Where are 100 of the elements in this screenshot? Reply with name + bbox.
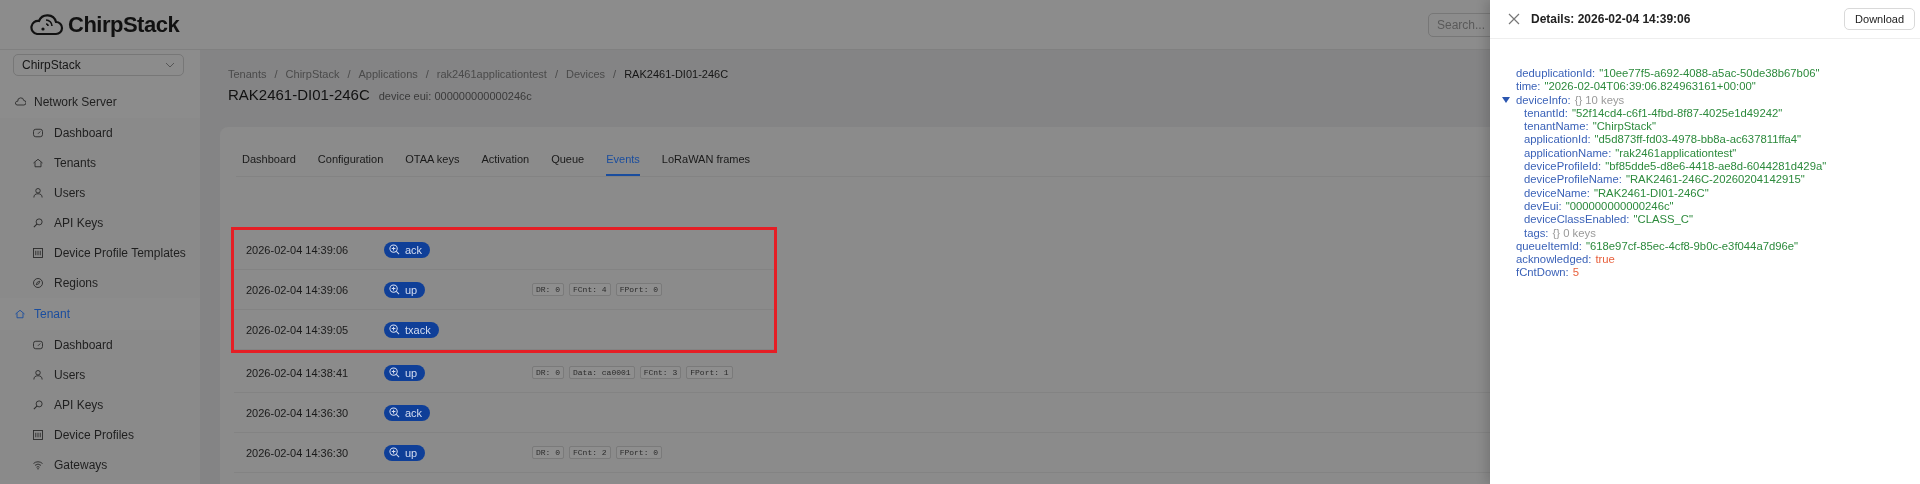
event-type-tag[interactable]: ack (384, 241, 431, 258)
breadcrumb-link[interactable]: Devices (566, 68, 606, 80)
breadcrumb-current: RAK2461-DI01-246C (624, 68, 729, 80)
event-type-tag[interactable]: up (384, 364, 426, 381)
menu-item[interactable]: Regions (0, 268, 200, 298)
json-value: "RAK2461-DI01-246C" (1593, 186, 1709, 200)
cloud-logo-icon (30, 11, 64, 38)
json-key: tenantName: (1524, 120, 1589, 134)
sliders-icon (32, 429, 44, 441)
zoom-in-icon (389, 447, 400, 458)
tab[interactable]: Dashboard (242, 149, 296, 176)
json-key: acknowledged: (1516, 253, 1592, 267)
gauge-icon (32, 127, 44, 139)
json-key: fCntDown: (1516, 266, 1569, 280)
json-key: tenantId: (1524, 106, 1568, 121)
field-chip: DR: 0 (532, 446, 564, 459)
json-key: applicationId: (1524, 133, 1591, 147)
json-key: time: (1516, 80, 1541, 94)
cloud-icon (14, 96, 26, 108)
menu-item[interactable]: Device Profiles (0, 420, 200, 450)
menu-item[interactable]: Tenants (0, 148, 200, 178)
breadcrumb-link[interactable]: rak2461applicationtest (436, 68, 547, 80)
event-type-tag[interactable]: up (384, 444, 426, 461)
json-value: true (1595, 253, 1615, 267)
page-subtitle: device eui: 000000000000246c (378, 90, 532, 102)
json-value: "RAK2461-246C-20260204142915" (1625, 173, 1805, 187)
breadcrumb-separator: / (425, 68, 429, 80)
menu-item[interactable]: Dashboard (0, 118, 200, 148)
json-key: deviceName: (1524, 186, 1590, 200)
drawer-title: Details: 2026-02-04 14:39:06 (1531, 12, 1691, 26)
json-key: applicationName: (1524, 146, 1612, 161)
compass-icon (32, 277, 44, 289)
menu-section[interactable]: Tenant (0, 298, 200, 330)
json-value: "2026-02-04T06:39:06.824963161+00:00" (1544, 80, 1756, 94)
page-title: RAK2461-DI01-246C (228, 86, 370, 103)
event-time: 2026-02-04 14:39:06 (246, 243, 350, 256)
tab[interactable]: Activation (481, 149, 530, 176)
user-icon (32, 187, 44, 199)
json-value: "10ee77f5-a692-4088-a5ac-50de38b67b06" (1599, 67, 1820, 81)
field-chip: FCnt: 3 (639, 366, 682, 379)
field-chip: FCnt: 2 (569, 446, 611, 459)
logo-text: ChirpStack (68, 11, 180, 38)
breadcrumb-separator: / (274, 68, 278, 80)
zoom-in-icon (389, 367, 400, 378)
menu-section[interactable]: Network Server (0, 86, 200, 118)
download-button[interactable]: Download (1844, 8, 1915, 30)
home-icon (14, 308, 26, 320)
breadcrumb-link[interactable]: Tenants (228, 68, 267, 80)
tab[interactable]: Queue (551, 149, 585, 176)
object-summary: {} 0 keys (1552, 226, 1596, 240)
json-key: devEui: (1524, 199, 1562, 214)
json-key: deviceClassEnabled: (1524, 213, 1630, 227)
menu-item[interactable]: API Keys (0, 390, 200, 420)
json-value: "bf85dde5-d8e6-4418-ae8d-6044281d429a" (1605, 160, 1827, 174)
zoom-in-icon (389, 407, 400, 418)
event-time: 2026-02-04 14:36:30 (246, 406, 350, 419)
json-value: "618e97cf-85ec-4cf8-9b0c-e3f044a7d96e" (1585, 239, 1799, 254)
field-chip: DR: 0 (532, 366, 564, 379)
menu-item[interactable]: Users (0, 360, 200, 390)
menu-item[interactable]: Device Profile Templates (0, 238, 200, 268)
object-summary: {} 10 keys (1574, 93, 1625, 107)
user-icon (32, 369, 44, 381)
event-type-tag[interactable]: ack (384, 404, 431, 421)
tab[interactable]: Events (606, 149, 640, 176)
expand-triangle-icon[interactable] (1502, 96, 1510, 105)
json-key: tags: (1524, 226, 1549, 240)
breadcrumb-link[interactable]: ChirpStack (285, 68, 340, 80)
json-key: deviceProfileId: (1524, 160, 1602, 174)
zoom-in-icon (389, 284, 400, 295)
json-value: "52f14cd4-c6f1-4fbd-8f87-4025e1d49242" (1571, 106, 1783, 121)
json-value: 5 (1572, 266, 1580, 280)
gauge-icon (32, 339, 44, 351)
menu-item[interactable]: API Keys (0, 208, 200, 238)
json-key: queueItemId: (1516, 239, 1582, 254)
event-time: 2026-02-04 14:36:30 (246, 446, 350, 459)
sliders-icon (32, 247, 44, 259)
json-value: "ChirpStack" (1592, 120, 1656, 134)
field-chip: FPort: 1 (686, 366, 733, 379)
menu-item[interactable]: Dashboard (0, 330, 200, 360)
chevron-down-icon (165, 60, 175, 70)
event-type-tag[interactable]: up (384, 281, 426, 298)
close-icon[interactable] (1508, 13, 1520, 25)
zoom-in-icon (389, 244, 400, 255)
field-chip: DR: 0 (532, 283, 564, 296)
json-value: "CLASS_C" (1633, 213, 1694, 227)
field-chip: FCnt: 4 (569, 283, 611, 296)
tab[interactable]: LoRaWAN frames (661, 149, 751, 176)
menu-item[interactable]: Gateways (0, 450, 200, 480)
breadcrumb-separator: / (554, 68, 558, 80)
tenant-select[interactable]: ChirpStack (13, 54, 184, 76)
event-type-tag[interactable]: txack (384, 321, 439, 338)
breadcrumb-separator: / (613, 68, 617, 80)
tab[interactable]: OTAA keys (405, 149, 460, 176)
breadcrumb-link[interactable]: Applications (358, 68, 418, 80)
event-time: 2026-02-04 14:39:06 (246, 283, 350, 296)
json-value: "000000000000246c" (1565, 199, 1674, 214)
tab[interactable]: Configuration (317, 149, 384, 176)
field-chip: FPort: 0 (615, 283, 663, 296)
menu-item[interactable]: Users (0, 178, 200, 208)
home-icon (32, 157, 44, 169)
